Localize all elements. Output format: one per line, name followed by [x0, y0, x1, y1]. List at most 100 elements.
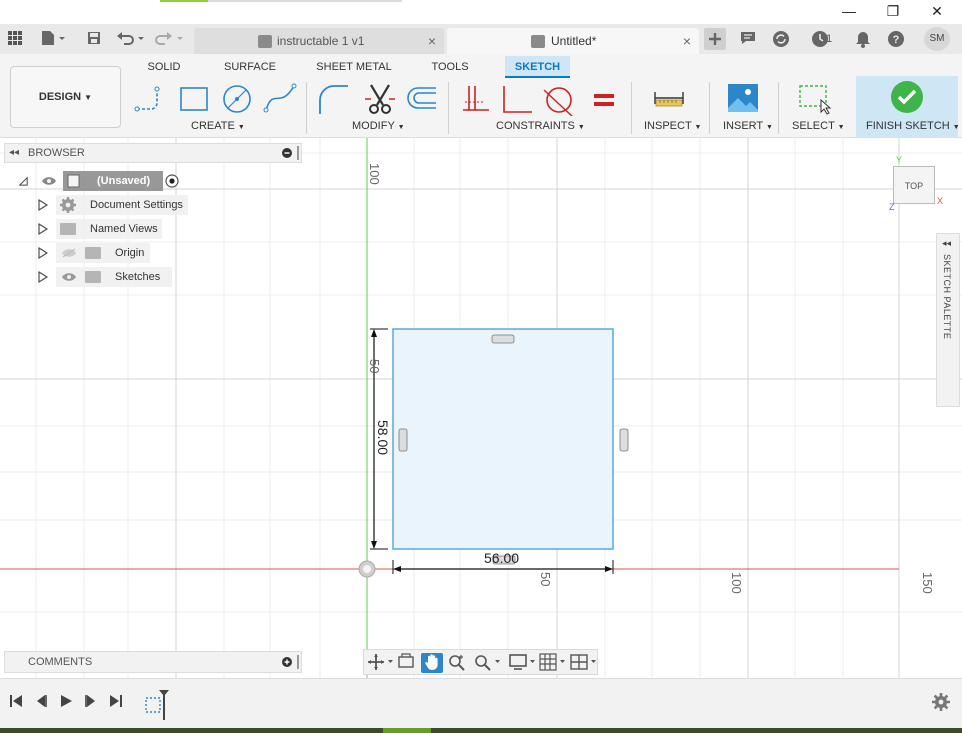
grid-settings-icon[interactable] — [538, 653, 568, 673]
app-grid-icon[interactable] — [5, 30, 25, 48]
modify-menu[interactable]: MODIFY ▼ — [352, 120, 405, 132]
display-settings-icon[interactable] — [508, 653, 538, 673]
expand-palette-icon[interactable]: ◂◂ — [942, 238, 951, 249]
sync-icon[interactable] — [771, 30, 791, 48]
workspace-switcher[interactable]: DESIGN ▼ — [10, 66, 121, 128]
perpendicular-constraint-icon[interactable] — [500, 82, 534, 116]
tab-sketch[interactable]: SKETCH — [505, 56, 570, 78]
orbit-icon[interactable] — [366, 653, 394, 673]
measure-icon[interactable] — [652, 82, 686, 116]
look-at-icon[interactable] — [395, 653, 417, 673]
redo-icon[interactable] — [155, 30, 185, 48]
job-status-icon[interactable]: 1 — [806, 30, 836, 48]
document-icon — [67, 174, 80, 188]
offset-tool-icon[interactable] — [404, 82, 438, 116]
grid-label: 50 — [538, 572, 553, 587]
notifications-bell-icon[interactable] — [853, 30, 873, 48]
tab-sheet-metal[interactable]: SHEET METAL — [312, 56, 396, 78]
tab-solid[interactable]: SOLID — [140, 56, 188, 78]
panel-grip-icon[interactable] — [297, 655, 299, 669]
select-menu[interactable]: SELECT ▼ — [792, 120, 845, 132]
comments-panel[interactable]: COMMENTS — [4, 651, 302, 673]
grid-label: 50 — [367, 359, 382, 374]
tab-untitled[interactable]: Untitled* × — [447, 28, 699, 54]
inspect-menu[interactable]: INSPECT ▼ — [644, 120, 701, 132]
timeline-sketch-item-icon[interactable] — [143, 688, 171, 722]
minimize-button[interactable]: — — [838, 2, 860, 20]
panel-grip-icon[interactable] — [297, 146, 299, 160]
tree-item-document-settings[interactable]: Document Settings — [38, 195, 198, 215]
tree-item-named-views[interactable]: Named Views — [38, 219, 198, 239]
play-icon[interactable] — [57, 693, 75, 713]
hidden-eye-icon[interactable] — [61, 248, 77, 258]
close-tab-icon[interactable]: × — [683, 28, 691, 54]
fillet-tool-icon[interactable] — [316, 82, 350, 116]
viewports-icon[interactable] — [569, 653, 599, 673]
equal-constraint-icon[interactable] — [587, 82, 621, 116]
tab-surface[interactable]: SURFACE — [218, 56, 282, 78]
minus-circle-icon[interactable] — [282, 148, 292, 158]
user-avatar[interactable]: SM — [924, 27, 950, 51]
add-comment-icon[interactable] — [282, 657, 292, 667]
pan-hand-icon[interactable] — [421, 653, 443, 673]
close-tab-icon[interactable]: × — [428, 28, 436, 54]
tab-tools[interactable]: TOOLS — [424, 56, 476, 78]
close-window-button[interactable]: ✕ — [926, 2, 948, 20]
rectangle-tool-icon[interactable] — [177, 82, 211, 116]
horizontal-dimension-text[interactable]: 56.00 — [484, 550, 519, 566]
chevron-down-icon: ▼ — [577, 124, 585, 131]
sketch-palette-label: SKETCH PALETTE — [942, 254, 952, 340]
tree-item-origin[interactable]: Origin — [38, 243, 198, 263]
line-tool-icon[interactable] — [134, 82, 168, 116]
folder-icon — [85, 271, 101, 283]
tree-root[interactable]: (Unsaved) — [18, 171, 188, 191]
go-to-end-icon[interactable] — [107, 693, 125, 713]
zoom-icon[interactable] — [446, 653, 468, 673]
insert-image-icon[interactable] — [726, 82, 760, 116]
chevron-down-icon: ▼ — [766, 124, 773, 131]
select-window-icon[interactable] — [797, 82, 832, 116]
sketch-palette-panel[interactable]: ◂◂ SKETCH PALETTE — [936, 233, 960, 407]
collapse-left-icon[interactable]: ◂◂ — [9, 144, 19, 162]
finish-sketch-button[interactable]: FINISH SKETCH ▼ — [856, 76, 960, 138]
undo-icon[interactable] — [116, 30, 146, 48]
visibility-eye-icon[interactable] — [61, 272, 77, 282]
tab-instructable[interactable]: instructable 1 v1 × — [194, 28, 444, 54]
title-accent-gray — [208, 0, 402, 2]
expand-caret-icon[interactable] — [38, 247, 48, 259]
insert-menu[interactable]: INSERT ▼ — [723, 120, 773, 132]
step-forward-icon[interactable] — [82, 693, 100, 713]
checkmark-icon — [891, 81, 923, 113]
constraints-menu[interactable]: CONSTRAINTS ▼ — [496, 120, 585, 132]
comments-title: COMMENTS — [28, 656, 93, 668]
create-menu[interactable]: CREATE ▼ — [191, 120, 245, 132]
timeline-settings-gear-icon[interactable] — [932, 693, 950, 713]
fit-icon[interactable] — [472, 653, 502, 673]
spline-tool-icon[interactable] — [263, 82, 297, 116]
save-icon[interactable] — [84, 30, 104, 48]
group-divider — [631, 82, 632, 134]
browser-header: ◂◂ BROWSER — [4, 143, 302, 163]
coincident-constraint-icon[interactable] — [459, 82, 493, 116]
expand-caret-icon[interactable] — [18, 175, 28, 187]
step-back-icon[interactable] — [32, 693, 50, 713]
group-divider — [306, 82, 307, 134]
activate-radio-icon[interactable] — [165, 174, 179, 188]
expand-caret-icon[interactable] — [38, 199, 48, 211]
tree-item-sketches[interactable]: Sketches — [38, 267, 198, 287]
comments-icon[interactable] — [738, 30, 758, 48]
tangent-constraint-icon[interactable] — [542, 82, 576, 119]
vertical-dimension-text[interactable]: 58.00 — [375, 420, 391, 455]
ribbon-toolbar: DESIGN ▼ SOLID SURFACE SHEET METAL TOOLS… — [0, 54, 962, 138]
visibility-eye-icon[interactable] — [41, 176, 57, 186]
go-to-start-icon[interactable] — [7, 693, 25, 713]
circle-tool-icon[interactable] — [220, 82, 254, 116]
restore-button[interactable]: ❐ — [882, 2, 904, 20]
new-tab-button[interactable] — [704, 28, 726, 50]
expand-caret-icon[interactable] — [38, 271, 48, 283]
trim-scissors-icon[interactable] — [363, 82, 397, 116]
view-cube[interactable]: TOP — [893, 166, 935, 204]
help-icon[interactable]: ? — [886, 30, 906, 48]
expand-caret-icon[interactable] — [38, 223, 48, 235]
file-menu-icon[interactable] — [38, 30, 68, 48]
